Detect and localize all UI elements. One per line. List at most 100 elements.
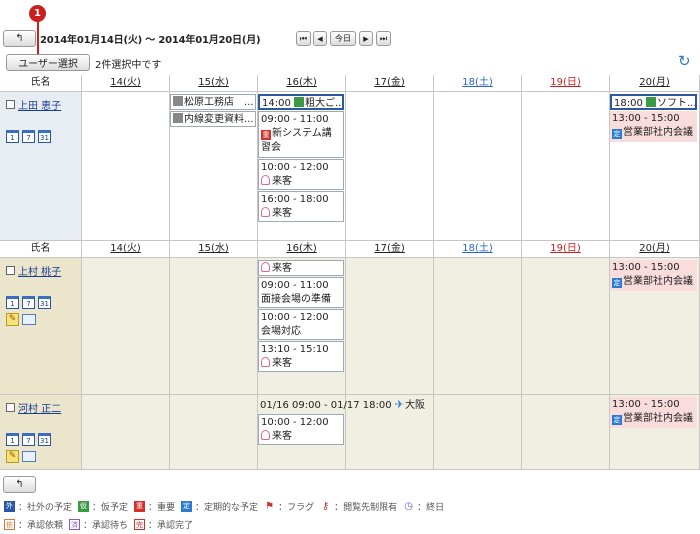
regular-icon: 定: [612, 278, 622, 288]
day-cell[interactable]: [170, 258, 258, 395]
day-view-icon[interactable]: 1: [6, 130, 19, 143]
legend-external: 外：社外の予定: [4, 500, 72, 513]
regular-icon: 定: [612, 129, 622, 139]
column-header-day[interactable]: 20(月): [610, 241, 700, 258]
month-view-icon[interactable]: 31: [38, 433, 51, 446]
last-week-button[interactable]: ⏭: [376, 31, 391, 46]
event-time: 14:00: [262, 98, 294, 109]
event-item[interactable]: 松原工務店 ...: [170, 94, 256, 110]
user-view-icons: 1 7 31: [6, 130, 51, 143]
legend-text: ：終日: [417, 503, 445, 513]
refresh-icon[interactable]: ↻: [678, 52, 691, 70]
month-view-icon[interactable]: 31: [38, 130, 51, 143]
day-view-icon[interactable]: 1: [6, 433, 19, 446]
legend-approval-pending: 済：承認待ち: [69, 518, 128, 531]
legend-approval-request: 依：承認依頼: [4, 518, 63, 531]
column-header-day[interactable]: 15(水): [170, 241, 258, 258]
selection-count: 2件選択中です: [95, 60, 162, 71]
day-cell[interactable]: [346, 258, 434, 395]
column-header-day[interactable]: 17(金): [346, 241, 434, 258]
column-header-day[interactable]: 17(金): [346, 75, 434, 92]
column-header-day[interactable]: 15(水): [170, 75, 258, 92]
event-item[interactable]: 10:00 - 12:00 来客: [258, 159, 344, 190]
user-name[interactable]: 上村 桃子: [6, 263, 61, 278]
day-cell[interactable]: [522, 258, 610, 395]
user-select-button[interactable]: ユーザー選択: [6, 54, 90, 71]
back-button[interactable]: ↰: [3, 30, 36, 47]
day-cell[interactable]: [434, 395, 522, 470]
day-header-label: 15(水): [198, 77, 229, 88]
day-cell[interactable]: [522, 92, 610, 241]
user-checkbox[interactable]: [6, 100, 15, 109]
column-header-day[interactable]: 19(日): [522, 75, 610, 92]
user-checkbox[interactable]: [6, 266, 15, 275]
event-item[interactable]: 18:00 ソフト...: [610, 94, 697, 110]
user-name-link[interactable]: 河村 正二: [18, 400, 61, 415]
event-time: 16:00 - 18:00: [261, 194, 329, 205]
day-cell[interactable]: [346, 92, 434, 241]
user-name[interactable]: 上田 恵子: [6, 97, 61, 112]
event-item[interactable]: 09:00 - 11:00 面接会場の準備: [258, 277, 344, 308]
mail-icon[interactable]: [22, 451, 36, 462]
day-header-label: 20(月): [639, 77, 670, 88]
event-item[interactable]: 16:00 - 18:00 来客: [258, 191, 344, 222]
week-view-icon[interactable]: 7: [22, 433, 35, 446]
event-item[interactable]: 13:10 - 15:10 来客: [258, 341, 344, 372]
bottom-back-button[interactable]: ↰: [3, 476, 36, 493]
legend-row-1: 外：社外の予定 仮：仮予定 重：重要 定：定期的な予定 ⚑ ：フラグ ⚷ ：閲覧先制…: [4, 500, 444, 513]
column-header-day[interactable]: 19(日): [522, 241, 610, 258]
day-view-icon[interactable]: 1: [6, 296, 19, 309]
prev-week-button[interactable]: ◀: [313, 31, 327, 46]
day-cell[interactable]: [82, 258, 170, 395]
memo-icon[interactable]: ✎: [6, 313, 19, 326]
event-title: 来客: [272, 208, 292, 219]
today-button[interactable]: 今日: [330, 31, 356, 46]
guest-icon: [261, 430, 270, 440]
important-icon: 重: [261, 130, 271, 140]
week-view-icon[interactable]: 7: [22, 296, 35, 309]
column-header-name: 氏名: [0, 241, 82, 258]
column-header-day[interactable]: 16(木): [258, 241, 346, 258]
mail-icon[interactable]: [22, 314, 36, 325]
event-item[interactable]: 10:00 - 12:00 会場対応: [258, 309, 344, 340]
arrow-right-icon: ▶: [363, 34, 369, 43]
event-item[interactable]: 内線変更資料...: [170, 111, 256, 127]
event-item[interactable]: 13:00 - 15:00 定営業部社内会議: [610, 111, 697, 142]
event-item-multiday[interactable]: 01/16 09:00 - 01/17 18:00 ✈大阪出張: [258, 397, 432, 413]
day-cell[interactable]: [434, 258, 522, 395]
event-item[interactable]: 来客: [258, 260, 344, 276]
day-cell[interactable]: [82, 395, 170, 470]
event-title: 新システム講習会: [261, 128, 332, 153]
column-header-day[interactable]: 14(火): [82, 241, 170, 258]
event-item[interactable]: 09:00 - 11:00 重新システム講習会: [258, 111, 344, 158]
column-header-day[interactable]: 20(月): [610, 75, 700, 92]
user-name[interactable]: 河村 正二: [6, 400, 61, 415]
month-view-icon[interactable]: 31: [38, 296, 51, 309]
day-cell[interactable]: [82, 92, 170, 241]
event-time: 13:10 - 15:10: [261, 344, 329, 355]
event-item[interactable]: 13:00 - 15:00 定営業部社内会議: [610, 260, 697, 291]
event-item[interactable]: 10:00 - 12:00 来客: [258, 414, 344, 445]
first-week-button[interactable]: ⏮: [296, 31, 311, 46]
day-cell[interactable]: [170, 395, 258, 470]
event-item[interactable]: 13:00 - 15:00 定営業部社内会議: [610, 397, 697, 428]
week-view-icon[interactable]: 7: [22, 130, 35, 143]
event-time: 18:00: [614, 98, 646, 109]
event-title: 来客: [272, 358, 292, 369]
column-header-day[interactable]: 18(土): [434, 75, 522, 92]
user-name-link[interactable]: 上村 桃子: [18, 263, 61, 278]
day-cell[interactable]: [522, 395, 610, 470]
user-checkbox[interactable]: [6, 403, 15, 412]
user-name-link[interactable]: 上田 恵子: [18, 97, 61, 112]
approval-pending-icon: 済: [69, 519, 81, 530]
next-week-button[interactable]: ▶: [359, 31, 373, 46]
column-header-day[interactable]: 16(木): [258, 75, 346, 92]
regular-icon: 定: [612, 415, 622, 425]
column-header-day[interactable]: 18(土): [434, 241, 522, 258]
legend-text: ：定期的な予定: [195, 503, 259, 513]
event-title: 来客: [272, 176, 292, 187]
column-header-day[interactable]: 14(火): [82, 75, 170, 92]
day-cell[interactable]: [434, 92, 522, 241]
event-item[interactable]: 14:00 粗大ご...: [258, 94, 344, 110]
memo-icon[interactable]: ✎: [6, 450, 19, 463]
